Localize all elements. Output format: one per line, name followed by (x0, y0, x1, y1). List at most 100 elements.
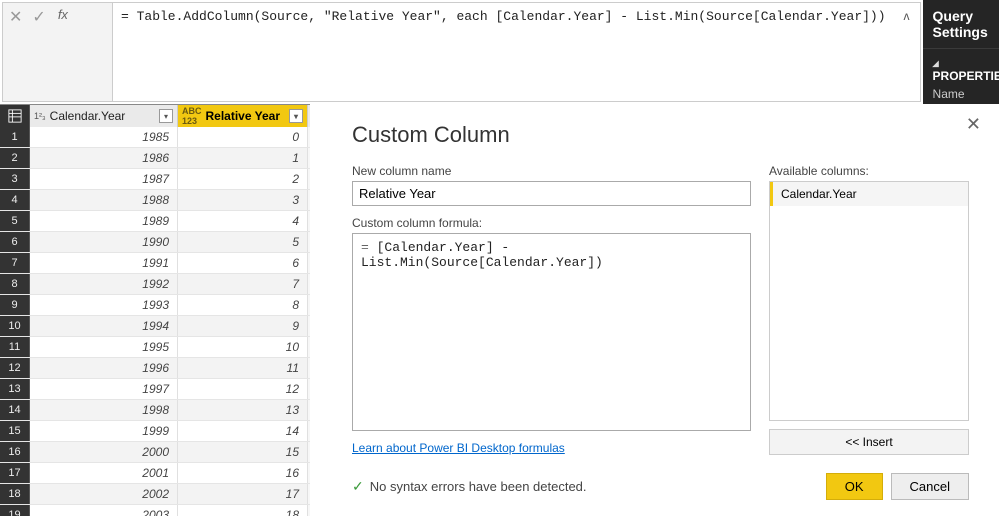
syntax-status: ✓ No syntax errors have been detected. (352, 478, 587, 495)
formula-bar: ✕ ✓ fx = Table.AddColumn(Source, "Relati… (2, 2, 921, 102)
table-row[interactable]: 619905 (0, 232, 310, 253)
cell-calendar-year[interactable]: 1991 (30, 253, 178, 273)
table-row[interactable]: 519894 (0, 211, 310, 232)
column-header-calendar-year[interactable]: 1²₃ Calendar.Year ▾ (30, 105, 178, 127)
table-row[interactable]: 14199813 (0, 400, 310, 421)
table-icon[interactable] (0, 105, 30, 127)
formula-accept-icon[interactable]: ✓ (32, 7, 45, 27)
table-row[interactable]: 419883 (0, 190, 310, 211)
cell-calendar-year[interactable]: 1987 (30, 169, 178, 189)
new-column-name-input[interactable] (352, 181, 751, 206)
name-label: Name (933, 87, 999, 101)
column-header-label: Relative Year (206, 109, 281, 123)
cell-relative-year[interactable]: 2 (178, 169, 308, 189)
cell-relative-year[interactable]: 14 (178, 421, 308, 441)
cell-relative-year[interactable]: 1 (178, 148, 308, 168)
cell-calendar-year[interactable]: 1998 (30, 400, 178, 420)
dialog-title: Custom Column (352, 122, 969, 148)
row-number: 11 (0, 337, 30, 357)
row-number: 15 (0, 421, 30, 441)
cell-relative-year[interactable]: 9 (178, 316, 308, 336)
cell-relative-year[interactable]: 11 (178, 358, 308, 378)
row-number: 5 (0, 211, 30, 231)
ok-button[interactable]: OK (826, 473, 883, 500)
row-number: 4 (0, 190, 30, 210)
table-row[interactable]: 12199611 (0, 358, 310, 379)
column-header-relative-year[interactable]: ABC123 Relative Year ▾ (178, 105, 308, 127)
row-number: 2 (0, 148, 30, 168)
table-row[interactable]: 16200015 (0, 442, 310, 463)
cell-relative-year[interactable]: 17 (178, 484, 308, 504)
row-number: 12 (0, 358, 30, 378)
available-column-item[interactable]: Calendar.Year (770, 182, 968, 206)
table-row[interactable]: 719916 (0, 253, 310, 274)
cell-calendar-year[interactable]: 1996 (30, 358, 178, 378)
cell-calendar-year[interactable]: 1997 (30, 379, 178, 399)
table-row[interactable]: 13199712 (0, 379, 310, 400)
cell-relative-year[interactable]: 8 (178, 295, 308, 315)
table-row[interactable]: 219861 (0, 148, 310, 169)
cell-relative-year[interactable]: 13 (178, 400, 308, 420)
table-row[interactable]: 17200116 (0, 463, 310, 484)
formula-text[interactable]: = Table.AddColumn(Source, "Relative Year… (113, 3, 894, 101)
cell-relative-year[interactable]: 5 (178, 232, 308, 252)
cell-calendar-year[interactable]: 1994 (30, 316, 178, 336)
table-row[interactable]: 819927 (0, 274, 310, 295)
table-row[interactable]: 15199914 (0, 421, 310, 442)
row-number: 6 (0, 232, 30, 252)
learn-link[interactable]: Learn about Power BI Desktop formulas (352, 441, 751, 455)
cell-relative-year[interactable]: 10 (178, 337, 308, 357)
cell-calendar-year[interactable]: 1985 (30, 127, 178, 147)
cell-calendar-year[interactable]: 1993 (30, 295, 178, 315)
cell-relative-year[interactable]: 7 (178, 274, 308, 294)
new-column-name-label: New column name (352, 164, 751, 178)
cell-calendar-year[interactable]: 2001 (30, 463, 178, 483)
type-icon-number: 1²₃ (34, 111, 46, 121)
table-row[interactable]: 18200217 (0, 484, 310, 505)
custom-formula-input[interactable]: = [Calendar.Year] - List.Min(Source[Cale… (352, 233, 751, 431)
cell-calendar-year[interactable]: 1999 (30, 421, 178, 441)
cell-relative-year[interactable]: 15 (178, 442, 308, 462)
formula-collapse-icon[interactable]: ʌ (894, 3, 920, 101)
cell-relative-year[interactable]: 16 (178, 463, 308, 483)
cell-relative-year[interactable]: 3 (178, 190, 308, 210)
row-number: 10 (0, 316, 30, 336)
table-row[interactable]: 1019949 (0, 316, 310, 337)
row-number: 17 (0, 463, 30, 483)
cell-calendar-year[interactable]: 1988 (30, 190, 178, 210)
table-row[interactable]: 319872 (0, 169, 310, 190)
formula-cancel-icon[interactable]: ✕ (9, 7, 22, 27)
table-row[interactable]: 11199510 (0, 337, 310, 358)
close-icon[interactable]: ✕ (966, 114, 981, 135)
properties-section-title[interactable]: PROPERTIES (933, 55, 999, 83)
query-settings-title: Query Settings (923, 0, 999, 48)
column-header-label: Calendar.Year (50, 109, 126, 123)
cell-relative-year[interactable]: 4 (178, 211, 308, 231)
row-number: 14 (0, 400, 30, 420)
column-dropdown-icon[interactable]: ▾ (289, 109, 303, 123)
cell-calendar-year[interactable]: 1986 (30, 148, 178, 168)
cell-relative-year[interactable]: 6 (178, 253, 308, 273)
cell-calendar-year[interactable]: 2002 (30, 484, 178, 504)
insert-button[interactable]: << Insert (769, 429, 969, 455)
data-grid: 1²₃ Calendar.Year ▾ ABC123 Relative Year… (0, 104, 310, 516)
cell-calendar-year[interactable]: 1990 (30, 232, 178, 252)
cell-calendar-year[interactable]: 1989 (30, 211, 178, 231)
table-row[interactable]: 119850 (0, 127, 310, 148)
row-number: 18 (0, 484, 30, 504)
check-icon: ✓ (352, 478, 364, 495)
cell-relative-year[interactable]: 0 (178, 127, 308, 147)
row-number: 8 (0, 274, 30, 294)
column-dropdown-icon[interactable]: ▾ (159, 109, 173, 123)
cancel-button[interactable]: Cancel (891, 473, 969, 500)
row-number: 13 (0, 379, 30, 399)
cell-calendar-year[interactable]: 1992 (30, 274, 178, 294)
cell-calendar-year[interactable]: 1995 (30, 337, 178, 357)
custom-column-dialog: ✕ Custom Column New column name Custom c… (330, 110, 991, 510)
cell-relative-year[interactable]: 12 (178, 379, 308, 399)
cell-calendar-year[interactable]: 2003 (30, 505, 178, 516)
table-row[interactable]: 919938 (0, 295, 310, 316)
cell-relative-year[interactable]: 18 (178, 505, 308, 516)
cell-calendar-year[interactable]: 2000 (30, 442, 178, 462)
table-row[interactable]: 19200318 (0, 505, 310, 516)
